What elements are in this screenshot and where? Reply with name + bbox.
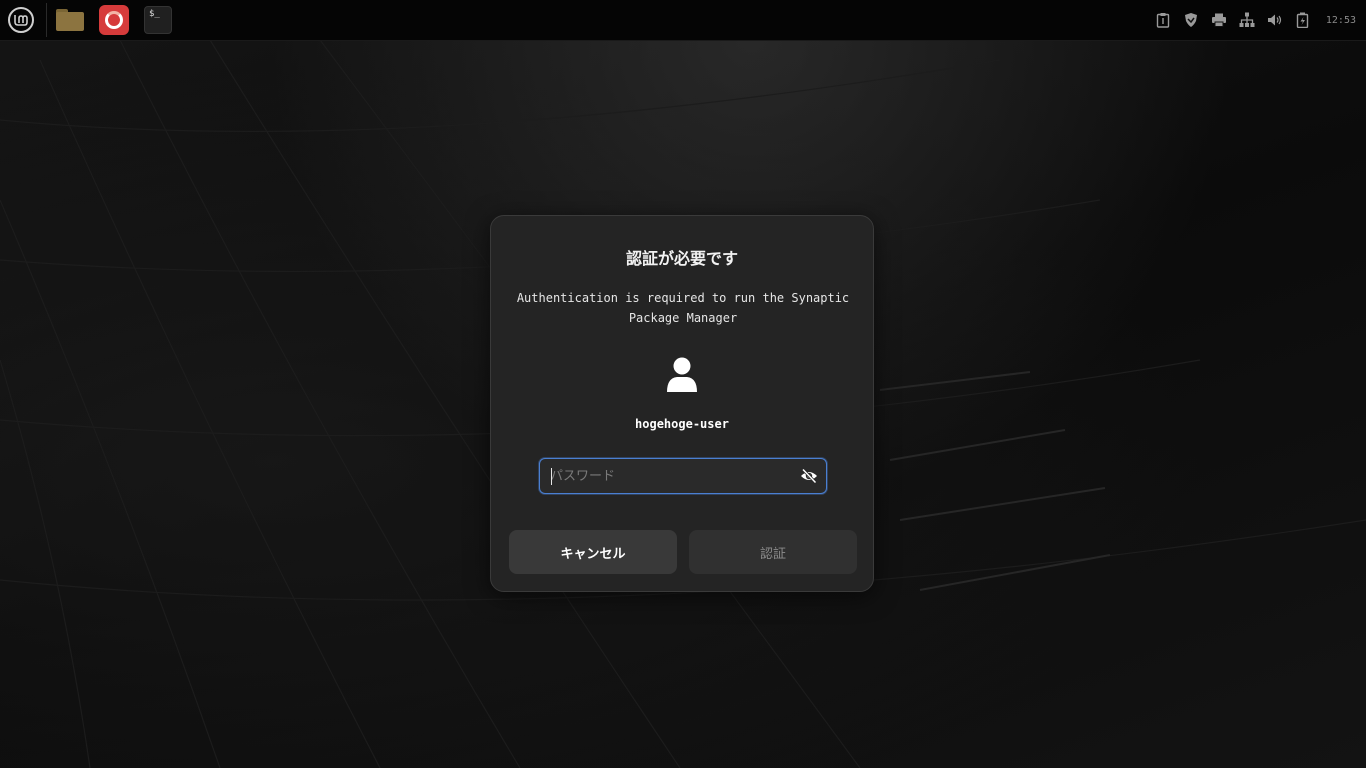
volume-icon[interactable] [1266, 11, 1284, 29]
dialog-message: Authentication is required to run the Sy… [516, 291, 850, 325]
browser-launcher[interactable] [97, 3, 131, 37]
top-panel: $_ 12:53 [0, 0, 1366, 41]
eye-slash-icon [801, 468, 817, 484]
terminal-icon: $_ [144, 6, 172, 34]
terminal-launcher[interactable]: $_ [141, 3, 175, 37]
shield-icon[interactable] [1182, 11, 1200, 29]
printer-icon[interactable] [1210, 11, 1228, 29]
network-icon[interactable] [1238, 11, 1256, 29]
username-label: hogehoge-user [635, 417, 729, 431]
browser-icon [99, 5, 129, 35]
files-launcher[interactable] [53, 3, 87, 37]
authenticate-button[interactable]: 認証 [689, 530, 857, 574]
panel-clock[interactable]: 12:53 [1326, 15, 1356, 26]
panel-launchers: $_ [4, 3, 185, 37]
text-caret [551, 468, 552, 485]
panel-separator [46, 3, 47, 37]
dialog-title: 認証が必要です [625, 249, 738, 268]
password-field[interactable] [539, 458, 827, 494]
menu-button[interactable] [4, 3, 38, 37]
linux-mint-logo-icon [8, 7, 34, 33]
password-input[interactable] [550, 459, 790, 493]
battery-icon[interactable] [1294, 11, 1312, 29]
reveal-password-button[interactable] [800, 467, 818, 485]
folder-icon [56, 9, 84, 31]
authentication-dialog: 認証が必要です Authentication is required to ru… [490, 215, 874, 592]
clipboard-icon[interactable] [1154, 11, 1172, 29]
user-avatar-icon [665, 356, 699, 394]
system-tray: 12:53 [1144, 0, 1356, 40]
cancel-button[interactable]: キャンセル [509, 530, 677, 574]
